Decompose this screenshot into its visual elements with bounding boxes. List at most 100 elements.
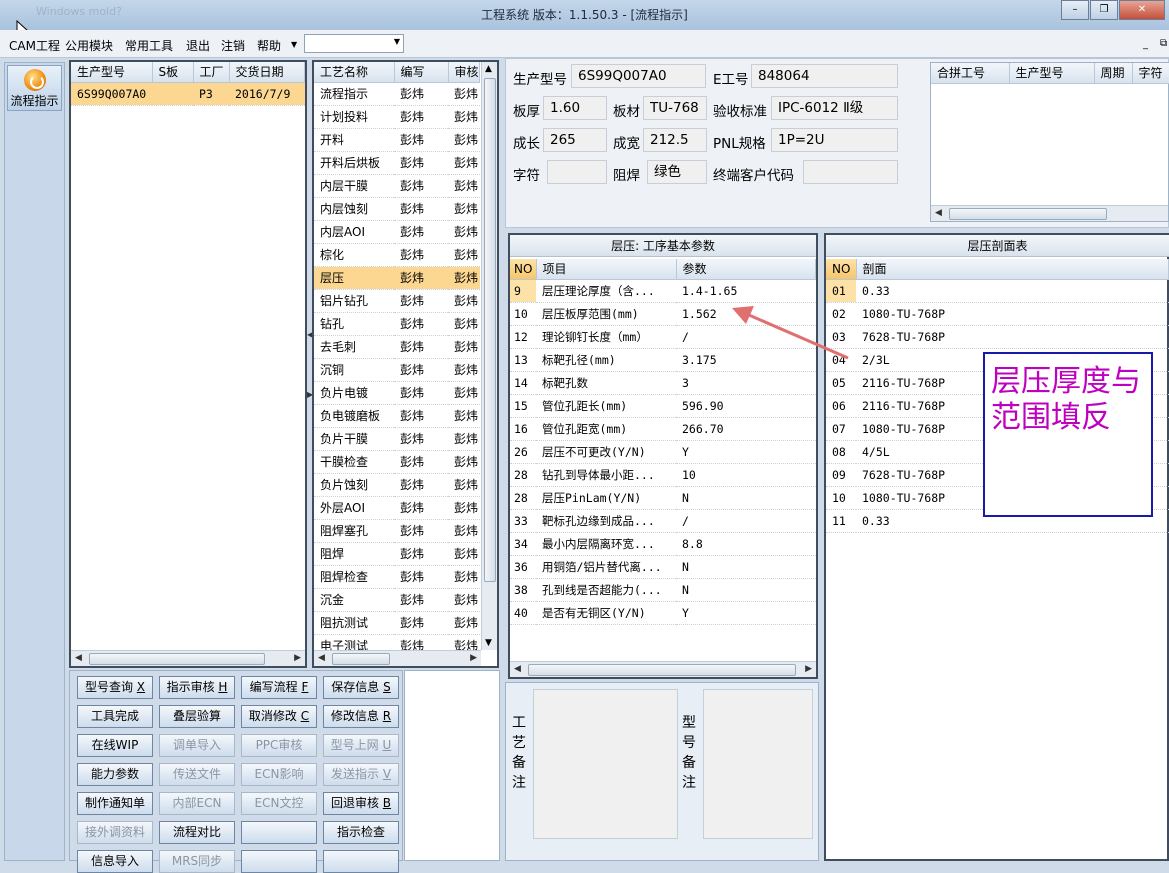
table-row[interactable]: 负片电镀 彭炜 彭炜 xyxy=(314,381,480,405)
table-row[interactable]: 计划投料 彭炜 彭炜 xyxy=(314,105,480,129)
model-field[interactable]: 6S99Q007A0 xyxy=(571,64,706,88)
action-button[interactable]: 修改信息 R xyxy=(323,705,399,728)
col-item[interactable]: 项目 xyxy=(536,259,677,280)
table-row[interactable]: 26 层压不可更改(Y/N) Y xyxy=(510,440,816,464)
table-row[interactable]: 34 最小内层隔离环宽... 8.8 xyxy=(510,532,816,556)
table-row[interactable]: 02 1080-TU-768P xyxy=(826,302,1169,326)
table-row[interactable]: 负片蚀刻 彭炜 彭炜 xyxy=(314,473,480,497)
table-row[interactable]: 阻焊塞孔 彭炜 彭炜 xyxy=(314,519,480,543)
length-field[interactable]: 265 xyxy=(543,128,607,152)
scroll-up-icon[interactable]: ▲ xyxy=(485,64,492,74)
table-row[interactable]: 沉金 彭炜 彭炜 xyxy=(314,588,480,612)
action-button[interactable]: 传送文件 xyxy=(159,763,235,786)
action-button[interactable]: 制作通知单 xyxy=(77,792,153,815)
table-row[interactable]: 棕化 彭炜 彭炜 xyxy=(314,243,480,267)
table-row[interactable]: 03 7628-TU-768P xyxy=(826,325,1169,349)
table-row[interactable]: 6S99Q007A0 P3 2016/7/9 xyxy=(71,82,305,106)
thickness-field[interactable]: 1.60 xyxy=(543,96,607,120)
action-button[interactable]: 编写流程 F xyxy=(241,676,317,699)
table-row[interactable]: 内层AOI 彭炜 彭炜 xyxy=(314,220,480,244)
col-reviewer[interactable]: 审核 xyxy=(448,62,480,83)
table-row[interactable]: 阻焊 彭炜 彭炜 xyxy=(314,542,480,566)
col-merge-model[interactable]: 生产型号 xyxy=(1009,63,1095,84)
action-button[interactable]: 调单导入 xyxy=(159,734,235,757)
menu-exit[interactable]: 退出 xyxy=(186,37,210,54)
close-button[interactable]: ✕ xyxy=(1119,0,1165,20)
pnl-field[interactable]: 1P=2U xyxy=(771,128,898,152)
action-button[interactable]: 型号查询 X xyxy=(77,676,153,699)
action-button[interactable] xyxy=(241,850,317,873)
table-row[interactable]: 流程指示 彭炜 彭炜 xyxy=(314,82,480,106)
table-row[interactable]: 01 0.33 xyxy=(826,279,1169,303)
action-button[interactable]: 工具完成 xyxy=(77,705,153,728)
col-no[interactable]: NO xyxy=(510,259,537,280)
action-button[interactable]: 在线WIP xyxy=(77,734,153,757)
scroll-thumb[interactable] xyxy=(89,653,265,665)
action-button[interactable]: 指示审核 H xyxy=(159,676,235,699)
customer-code-field[interactable] xyxy=(803,160,898,184)
menu-combo-box[interactable]: ▼ xyxy=(304,34,404,53)
maximize-button[interactable]: ❐ xyxy=(1090,0,1118,20)
width-field[interactable]: 212.5 xyxy=(643,128,707,152)
col-s-board[interactable]: S板 xyxy=(152,62,194,83)
table-row[interactable]: 阻焊检查 彭炜 彭炜 xyxy=(314,565,480,589)
flow-instruction-nav-button[interactable]: 流程指示 xyxy=(7,65,62,111)
action-button[interactable]: 取消修改 C xyxy=(241,705,317,728)
col-merge-no[interactable]: 合拼工号 xyxy=(931,63,1010,84)
table-row[interactable]: 开料后烘板 彭炜 彭炜 xyxy=(314,151,480,175)
table-row[interactable]: 40 是否有无铜区(Y/N) Y xyxy=(510,601,816,625)
menu-cam[interactable]: CAM工程 xyxy=(9,37,60,54)
table-row[interactable]: 阻抗测试 彭炜 彭炜 xyxy=(314,611,480,635)
action-button[interactable] xyxy=(241,821,317,844)
scroll-right-icon[interactable]: ▶ xyxy=(294,653,301,663)
menu-tools[interactable]: 常用工具 xyxy=(125,37,173,54)
menu-help[interactable]: 帮助 xyxy=(257,37,281,54)
e-number-field[interactable]: 848064 xyxy=(751,64,898,88)
action-button[interactable]: ECN文控 xyxy=(241,792,317,815)
help-dropdown-icon[interactable]: ▼ xyxy=(291,40,297,49)
col-delivery-date[interactable]: 交货日期 xyxy=(229,62,305,83)
model-notes-textarea[interactable] xyxy=(703,689,813,839)
scroll-left-icon[interactable]: ◀ xyxy=(318,653,325,663)
action-button[interactable]: 内部ECN xyxy=(159,792,235,815)
table-row[interactable]: 16 管位孔距宽(mm) 266.70 xyxy=(510,417,816,441)
craft-notes-textarea[interactable] xyxy=(533,689,678,839)
table-row[interactable]: 干膜检查 彭炜 彭炜 xyxy=(314,450,480,474)
minimize-button[interactable]: – xyxy=(1061,0,1089,20)
action-button[interactable]: MRS同步 xyxy=(159,850,235,873)
scroll-thumb[interactable] xyxy=(949,208,1107,220)
action-button[interactable]: 信息导入 xyxy=(77,850,153,873)
scroll-thumb[interactable] xyxy=(528,664,796,676)
merge-hscrollbar[interactable]: ◀ xyxy=(931,205,1168,221)
order-hscrollbar[interactable]: ◀ ▶ xyxy=(71,650,305,666)
table-row[interactable]: 28 层压PinLam(Y/N) N xyxy=(510,486,816,510)
col-model[interactable]: 生产型号 xyxy=(71,62,153,83)
col-param[interactable]: 参数 xyxy=(676,259,816,280)
scroll-left-icon[interactable]: ◀ xyxy=(75,653,82,663)
table-row[interactable]: 钻孔 彭炜 彭炜 xyxy=(314,312,480,336)
process-vscrollbar[interactable]: ▲ ▼ xyxy=(481,62,497,650)
col-merge-cycle[interactable]: 周期 xyxy=(1094,63,1133,84)
table-row[interactable]: 14 标靶孔数 3 xyxy=(510,371,816,395)
action-button[interactable]: 型号上网 U xyxy=(323,734,399,757)
action-button[interactable]: 接外调资料 xyxy=(77,821,153,844)
col-process-name[interactable]: 工艺名称 xyxy=(314,62,395,83)
table-row[interactable]: 层压 彭炜 彭炜 xyxy=(314,266,480,290)
table-row[interactable]: 33 靶标孔边缘到成品... / xyxy=(510,509,816,533)
params-hscrollbar[interactable]: ◀ ▶ xyxy=(510,661,816,677)
table-row[interactable]: 开料 彭炜 彭炜 xyxy=(314,128,480,152)
table-row[interactable]: 负片干膜 彭炜 彭炜 xyxy=(314,427,480,451)
table-row[interactable]: 沉铜 彭炜 彭炜 xyxy=(314,358,480,382)
scroll-thumb[interactable] xyxy=(332,653,390,665)
action-button[interactable] xyxy=(323,850,399,873)
menu-public-modules[interactable]: 公用模块 xyxy=(65,37,113,54)
scroll-right-icon[interactable]: ▶ xyxy=(470,653,477,663)
scroll-right-icon[interactable]: ▶ xyxy=(805,664,812,674)
scroll-thumb[interactable] xyxy=(484,78,496,582)
action-button[interactable]: PPC审核 xyxy=(241,734,317,757)
table-row[interactable]: 内层干膜 彭炜 彭炜 xyxy=(314,174,480,198)
col-stack-no[interactable]: NO xyxy=(826,259,857,280)
table-row[interactable]: 28 钻孔到导体最小距... 10 xyxy=(510,463,816,487)
character-field[interactable] xyxy=(547,160,607,184)
process-hscrollbar[interactable]: ◀ ▶ xyxy=(314,650,481,666)
